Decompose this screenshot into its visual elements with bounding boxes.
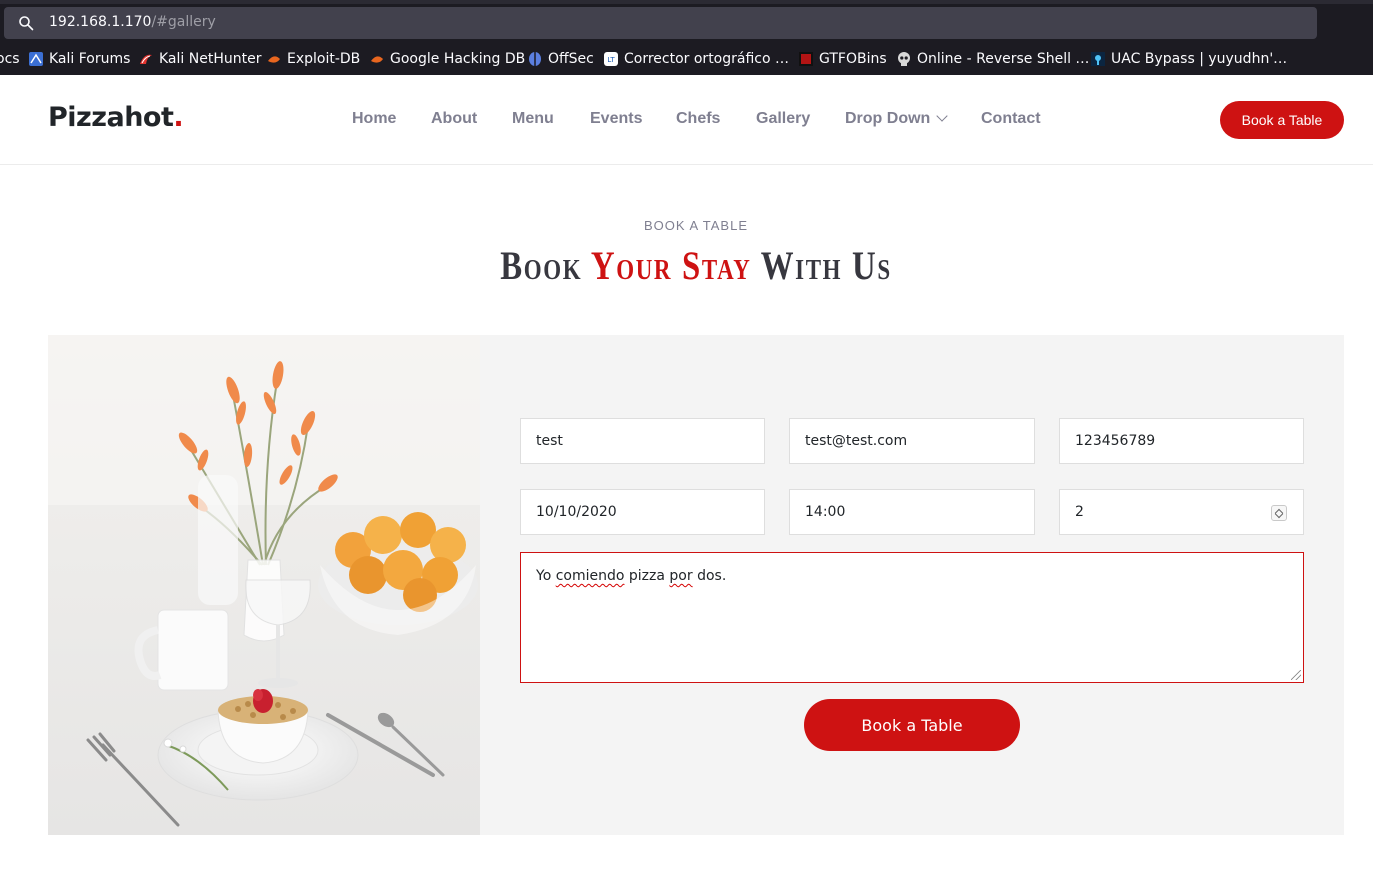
title-part-1: Book (500, 243, 591, 288)
bookmark-label: Google Hacking DB (390, 51, 526, 67)
nav-gallery[interactable]: Gallery (756, 110, 810, 128)
section-title: Book Your Stay With Us (125, 242, 1266, 289)
message-word-misspelled: por (669, 568, 693, 584)
nav-chefs[interactable]: Chefs (676, 110, 720, 128)
table-setting-photo (48, 335, 480, 835)
message-textarea[interactable]: Yo comiendo pizza por dos. (520, 552, 1304, 683)
time-input[interactable]: 14:00 (789, 489, 1035, 535)
address-bar[interactable]: 192.168.1.170/#gallery (4, 7, 1317, 39)
resize-grip-icon[interactable] (1291, 670, 1301, 680)
submit-book-table-button[interactable]: Book a Table (804, 699, 1020, 751)
url-host: 192.168.1.170 (49, 14, 152, 30)
url-text[interactable]: 192.168.1.170/#gallery (49, 14, 216, 30)
name-input[interactable]: test (520, 418, 765, 464)
table-setting-image (48, 335, 480, 835)
ghdb-icon (371, 56, 383, 63)
skull-icon (898, 52, 910, 66)
nav-contact[interactable]: Contact (981, 110, 1041, 128)
title-accent: Your Stay (590, 243, 752, 288)
offsec-icon (529, 52, 541, 66)
header-book-table-button[interactable]: Book a Table (1220, 101, 1344, 139)
chevron-down-icon (936, 110, 948, 122)
url-path: /#gallery (151, 14, 216, 30)
bookmark-label: Kali Forums (49, 51, 131, 67)
message-word: pizza (628, 568, 665, 584)
email-input[interactable]: test@test.com (789, 418, 1035, 464)
site-header: Pizzahot. Home About Menu Events Chefs G… (0, 75, 1373, 165)
bookmark-offsec[interactable]: OffSec (527, 50, 594, 68)
tab-strip (0, 0, 1373, 4)
bookmark-ocs[interactable]: ocs (0, 50, 20, 68)
date-input[interactable]: 10/10/2020 (520, 489, 765, 535)
nav-about[interactable]: About (431, 110, 477, 128)
exploit-db-icon (268, 56, 280, 63)
logo-dot: . (173, 102, 184, 133)
site-logo[interactable]: Pizzahot. (48, 102, 184, 133)
bookmark-label: Kali NetHunter (159, 51, 262, 67)
bookmark-kali-forums[interactable]: Kali Forums (28, 50, 130, 68)
section-kicker: BOOK A TABLE (643, 218, 748, 233)
kali-nethunter-icon (140, 54, 152, 64)
bookmark-gtfobins[interactable]: GTFOBins (798, 50, 887, 68)
bookmark-label: ocs (0, 51, 20, 67)
phone-input[interactable]: 123456789 (1059, 418, 1304, 464)
title-part-2: With Us (751, 243, 892, 288)
bookmarks-toolbar: ocs Kali Forums Kali NetHunter Exploit-D… (0, 46, 1373, 72)
logo-text: Pizzahot (48, 102, 174, 133)
bookmark-label: GTFOBins (819, 51, 887, 67)
nav-dropdown-label: Drop Down (845, 110, 931, 127)
number-stepper-icon[interactable] (1271, 505, 1287, 521)
nav-menu[interactable]: Menu (512, 110, 554, 128)
corrector-icon: LT (604, 52, 618, 66)
bookmark-label: OffSec (548, 51, 594, 67)
nav-events[interactable]: Events (590, 110, 642, 128)
bookmark-label: Corrector ortográfico … (624, 51, 789, 67)
nav-dropdown[interactable]: Drop Down (845, 110, 948, 128)
message-word: Yo (536, 568, 552, 584)
nav-home[interactable]: Home (352, 110, 396, 128)
people-input[interactable]: 2 (1059, 489, 1304, 535)
kali-forums-icon (29, 52, 43, 66)
browser-toolbar: 192.168.1.170/#gallery ocs Kali Forums K… (0, 0, 1373, 75)
people-value: 2 (1075, 504, 1084, 520)
bookmark-reverse-shell[interactable]: Online - Reverse Shell … (896, 50, 1089, 68)
bookmark-exploit-db[interactable]: Exploit-DB (266, 50, 360, 68)
bookmark-kali-nethunter[interactable]: Kali NetHunter (138, 50, 261, 68)
bookmark-label: Exploit-DB (287, 51, 361, 67)
gtfobins-icon (799, 52, 813, 66)
bookmark-label: UAC Bypass | yuyudhn'… (1111, 51, 1288, 67)
message-word-misspelled: comiendo (555, 568, 625, 584)
bookmark-uac-bypass[interactable]: UAC Bypass | yuyudhn'… (1090, 50, 1287, 68)
bookmark-corrector[interactable]: LT Corrector ortográfico … (603, 50, 789, 68)
message-word: dos. (697, 568, 727, 584)
svg-text:LT: LT (607, 56, 615, 64)
search-icon (19, 16, 34, 31)
bookmark-google-hacking-db[interactable]: Google Hacking DB (369, 50, 525, 68)
bookmark-label: Online - Reverse Shell … (917, 51, 1090, 67)
uac-bypass-icon (1091, 52, 1105, 66)
